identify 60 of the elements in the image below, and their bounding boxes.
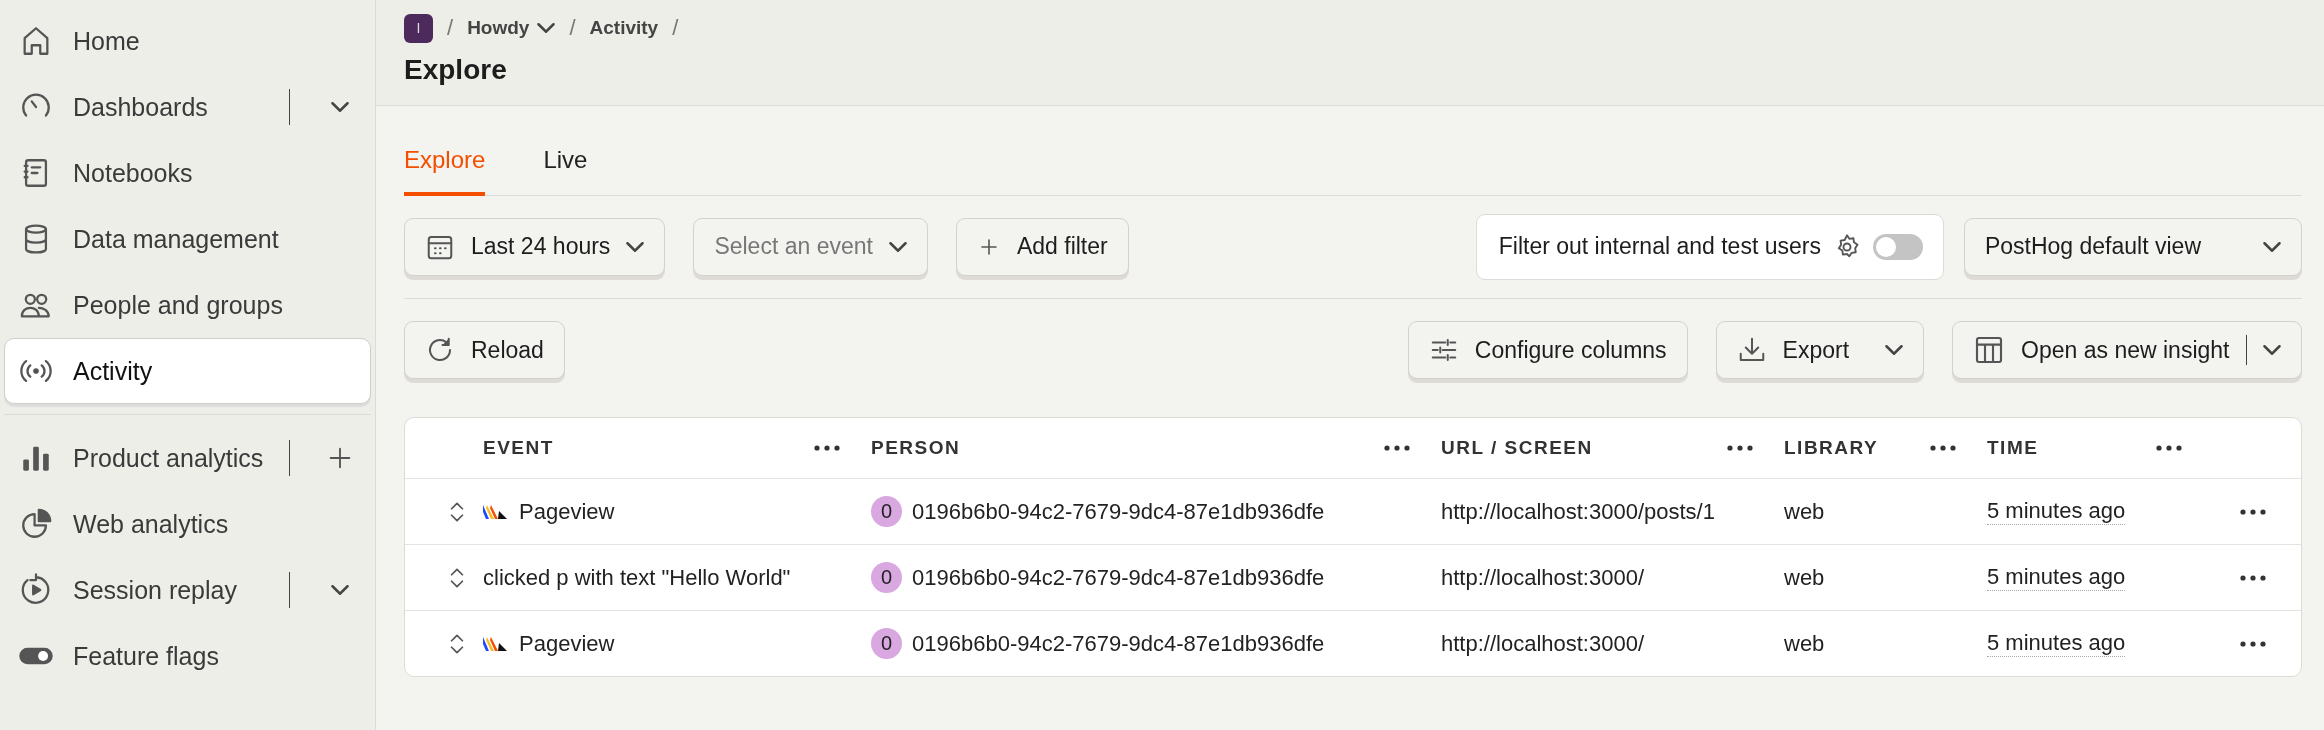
more-icon[interactable]: [813, 444, 841, 452]
more-icon[interactable]: [2239, 573, 2267, 582]
sidebar-item[interactable]: Notebooks: [4, 140, 371, 206]
chevron-down-icon: [1885, 345, 1904, 355]
library-text: web: [1784, 564, 1825, 591]
column-header[interactable]: LIBRARY: [1784, 437, 1879, 459]
more-icon[interactable]: [2239, 639, 2267, 648]
person-id[interactable]: 0196b6b0-94c2-7679-9dc4-87e1db936dfe: [912, 564, 1325, 591]
breadcrumb-separator: /: [672, 15, 679, 41]
sidebar-item[interactable]: Data management: [4, 206, 371, 272]
more-icon[interactable]: [2155, 444, 2183, 452]
toggle-switch[interactable]: [1872, 233, 1923, 260]
chevron-down-icon: [626, 241, 645, 252]
column-header[interactable]: EVENT: [483, 437, 554, 459]
event-name: Pageview: [519, 630, 615, 657]
chevron-down-icon: [537, 23, 556, 33]
sidebar-item[interactable]: Session replay: [4, 557, 371, 623]
event-name: Pageview: [519, 498, 615, 525]
person-id[interactable]: 0196b6b0-94c2-7679-9dc4-87e1db936dfe: [912, 498, 1325, 525]
event-name: clicked p with text "Hello World": [483, 564, 791, 591]
chevron-down-icon: [2263, 345, 2281, 355]
sidebar-item[interactable]: Home: [4, 8, 371, 74]
url-text: http://localhost:3000/: [1441, 630, 1645, 657]
sidebar-item[interactable]: People and groups: [4, 272, 371, 338]
more-icon[interactable]: [1929, 444, 1957, 452]
tab[interactable]: Live: [543, 146, 588, 196]
time-text: 5 minutes ago: [1987, 498, 2126, 525]
sidebar-item[interactable]: Feature flags: [4, 623, 371, 689]
sidebar-item[interactable]: Dashboards: [4, 74, 371, 140]
column-header[interactable]: PERSON: [871, 437, 961, 459]
breadcrumb-separator: /: [569, 15, 576, 41]
filter-label: Filter out internal and test users: [1498, 233, 1821, 260]
time-text: 5 minutes ago: [1987, 630, 2126, 657]
more-icon[interactable]: [1383, 444, 1411, 452]
breadcrumb-link[interactable]: Activity: [589, 17, 659, 39]
column-header[interactable]: TIME: [1987, 437, 2039, 459]
project-badge: I: [404, 13, 433, 43]
sidebar-item[interactable]: Web analytics: [4, 491, 371, 557]
pie-chart-icon: [19, 507, 53, 541]
url-text: http://localhost:3000/posts/1: [1441, 498, 1715, 525]
breadcrumb-separator: /: [447, 15, 454, 41]
person-avatar: 0: [871, 562, 902, 593]
breadcrumb-link[interactable]: Howdy: [467, 17, 556, 39]
chevron-down-icon: [888, 241, 907, 252]
sidebar-item[interactable]: Product analytics: [4, 425, 371, 491]
page-title: Explore: [404, 54, 508, 86]
url-text: http://localhost:3000/: [1441, 564, 1645, 591]
column-header[interactable]: URL / SCREEN: [1441, 437, 1593, 459]
person-avatar: 0: [871, 628, 902, 659]
more-icon[interactable]: [1726, 444, 1754, 452]
person-avatar: 0: [871, 496, 902, 527]
chevron-down-icon: [331, 585, 349, 595]
more-icon[interactable]: [2239, 507, 2267, 516]
time-text: 5 minutes ago: [1987, 564, 2126, 591]
library-text: web: [1784, 498, 1825, 525]
library-text: web: [1784, 630, 1825, 657]
chevron-down-icon: [331, 102, 349, 112]
person-id[interactable]: 0196b6b0-94c2-7679-9dc4-87e1db936dfe: [912, 630, 1325, 657]
sidebar-item[interactable]: Activity: [4, 338, 371, 404]
chevron-down-icon: [2263, 241, 2281, 252]
